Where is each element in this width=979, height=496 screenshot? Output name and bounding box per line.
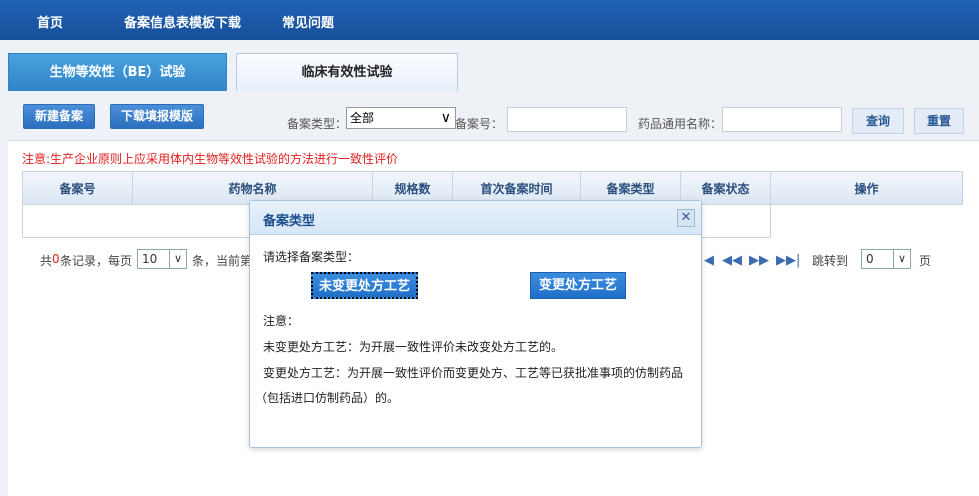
chevron-down-icon: ∨	[169, 250, 186, 268]
tab-bioequivalence[interactable]: 生物等效性（BE）试验	[8, 53, 227, 91]
pager-count: 0	[52, 252, 60, 266]
note-title: 注意：	[263, 314, 300, 328]
nav-home-link[interactable]: 首页	[37, 12, 63, 31]
dialog-title: 备案类型	[263, 214, 316, 229]
jump-to-label: 跳转到	[812, 254, 849, 268]
jump-page-select[interactable]: 0 ∨	[861, 249, 911, 269]
col-actions: 操作	[854, 182, 879, 196]
dialog-header	[250, 201, 701, 235]
jump-page-value: 0	[866, 252, 874, 266]
close-icon[interactable]: ✕	[677, 209, 695, 227]
unchanged-formula-button[interactable]: 未变更处方工艺	[311, 272, 418, 299]
filing-type-select[interactable]: 全部 ∨	[346, 107, 456, 129]
nav-faq-link[interactable]: 常见问题	[282, 12, 334, 31]
filing-type-value: 全部	[350, 111, 375, 125]
per-page-select[interactable]: 10 ∨	[137, 249, 187, 269]
notice-text: 注意:生产企业原则上应采用体内生物等效性试验的方法进行一致性评价	[22, 152, 399, 166]
dialog-prompt: 请选择备案类型：	[263, 250, 360, 264]
first-page-icon[interactable]: ◀	[704, 253, 714, 268]
query-button[interactable]: 查询	[852, 108, 904, 134]
nav-template-download-link[interactable]: 备案信息表模板下载	[124, 12, 241, 31]
col-filing-number: 备案号	[23, 172, 133, 206]
note-unchanged: 未变更处方工艺：为开展一致性评价未改变处方工艺的。	[263, 340, 564, 354]
download-template-button[interactable]: 下载填报模版	[110, 104, 204, 129]
drug-name-label: 药品通用名称：	[638, 117, 723, 131]
reset-button[interactable]: 重置	[914, 108, 964, 134]
chevron-down-icon: ∨	[440, 110, 451, 126]
note-changed-cont: （包括进口仿制药品）的。	[255, 391, 400, 405]
changed-formula-button[interactable]: 变更处方工艺	[530, 272, 626, 299]
new-filing-button[interactable]: 新建备案	[23, 104, 95, 129]
pager-mid2: 条，当前第	[192, 254, 253, 268]
page-suffix: 页	[919, 254, 932, 268]
filing-number-input[interactable]	[507, 107, 627, 132]
pager-prefix: 共	[40, 254, 53, 268]
per-page-value: 10	[142, 252, 158, 266]
next-page-icon[interactable]: ▶▶	[749, 253, 769, 268]
filing-type-label: 备案类型：	[287, 117, 348, 131]
prev-page-icon[interactable]: ◀◀	[722, 253, 742, 268]
tab-clinical-efficacy[interactable]: 临床有效性试验	[236, 53, 458, 91]
pager-mid: 条记录，每页	[60, 254, 133, 268]
filing-number-label: 备案号：	[455, 117, 504, 131]
last-page-icon[interactable]: ▶▶|	[776, 253, 800, 268]
filing-type-dialog: 备案类型 ✕ 请选择备案类型： 未变更处方工艺 变更处方工艺 注意： 未变更处方…	[249, 200, 702, 448]
note-changed: 变更处方工艺：为开展一致性评价而变更处方、工艺等已获批准事项的仿制药品	[263, 366, 684, 380]
drug-name-input[interactable]	[722, 107, 842, 132]
chevron-down-icon: ∨	[893, 250, 910, 268]
